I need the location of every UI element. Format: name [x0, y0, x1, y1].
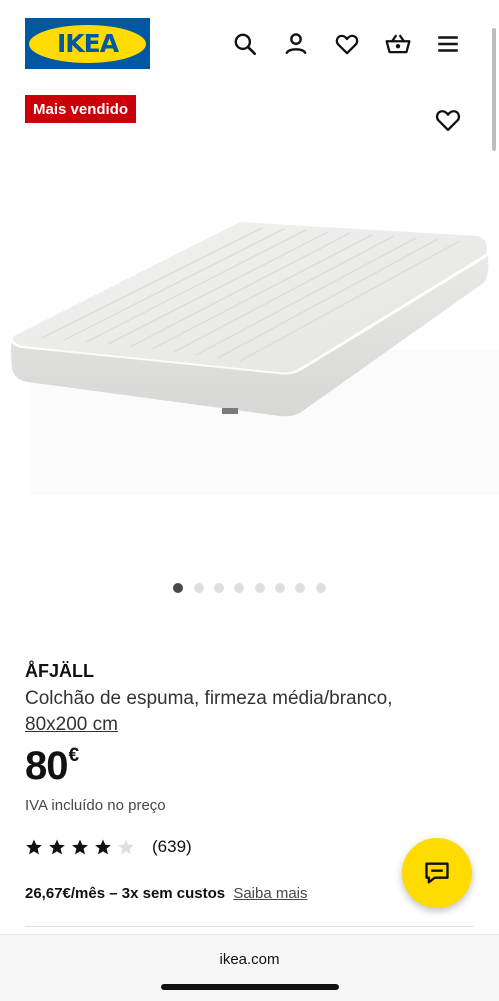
menu-icon[interactable] — [434, 30, 462, 58]
installment-info: 26,67€/mês – 3x sem custos Saiba mais — [25, 885, 308, 902]
chat-button[interactable] — [402, 838, 472, 908]
logo-text: IKEA — [29, 24, 146, 63]
review-count: (639) — [152, 837, 192, 856]
carousel-dot[interactable] — [194, 583, 204, 593]
heart-icon[interactable] — [333, 30, 361, 58]
product-name: ÅFJÄLL — [25, 661, 94, 681]
divider — [25, 926, 474, 927]
carousel-dot[interactable] — [234, 583, 244, 593]
price-currency: € — [68, 745, 80, 766]
installment-text: 26,67€/mês – 3x sem custos — [25, 885, 226, 902]
carousel-dot[interactable] — [275, 583, 285, 593]
product-description: Colchão de espuma, firmeza média/branco, — [25, 688, 393, 709]
carousel-dot[interactable] — [316, 583, 326, 593]
browser-address-bar: ikea.com — [0, 934, 499, 1001]
product-price: 80 € — [25, 742, 79, 790]
learn-more-link[interactable]: Saiba mais — [233, 885, 307, 902]
rating-stars[interactable]: (639) — [25, 837, 192, 857]
basket-icon[interactable] — [384, 30, 412, 58]
vat-note: IVA incluído no preço — [25, 797, 166, 814]
price-value: 80 — [25, 744, 68, 788]
best-seller-badge: Mais vendido — [25, 95, 137, 123]
home-indicator[interactable] — [161, 984, 339, 990]
star-empty-icon — [118, 839, 134, 855]
carousel-dot[interactable] — [214, 583, 224, 593]
product-size-link[interactable]: 80x200 cm — [25, 712, 118, 738]
header: IKEA — [0, 0, 499, 80]
star-filled-icon — [95, 839, 111, 855]
star-filled-icon — [72, 839, 88, 855]
chat-icon — [425, 862, 449, 884]
scrollbar[interactable] — [492, 28, 496, 151]
user-icon[interactable] — [282, 30, 310, 58]
carousel-dot[interactable] — [255, 583, 265, 593]
ikea-logo[interactable]: IKEA — [25, 18, 150, 69]
carousel-dot[interactable] — [295, 583, 305, 593]
favourite-heart-icon[interactable] — [434, 106, 462, 134]
star-filled-icon — [26, 839, 42, 855]
star-filled-icon — [49, 839, 65, 855]
carousel-dot[interactable] — [173, 583, 183, 593]
search-icon[interactable] — [231, 30, 259, 58]
url-text[interactable]: ikea.com — [0, 951, 499, 968]
product-image[interactable] — [0, 150, 499, 570]
